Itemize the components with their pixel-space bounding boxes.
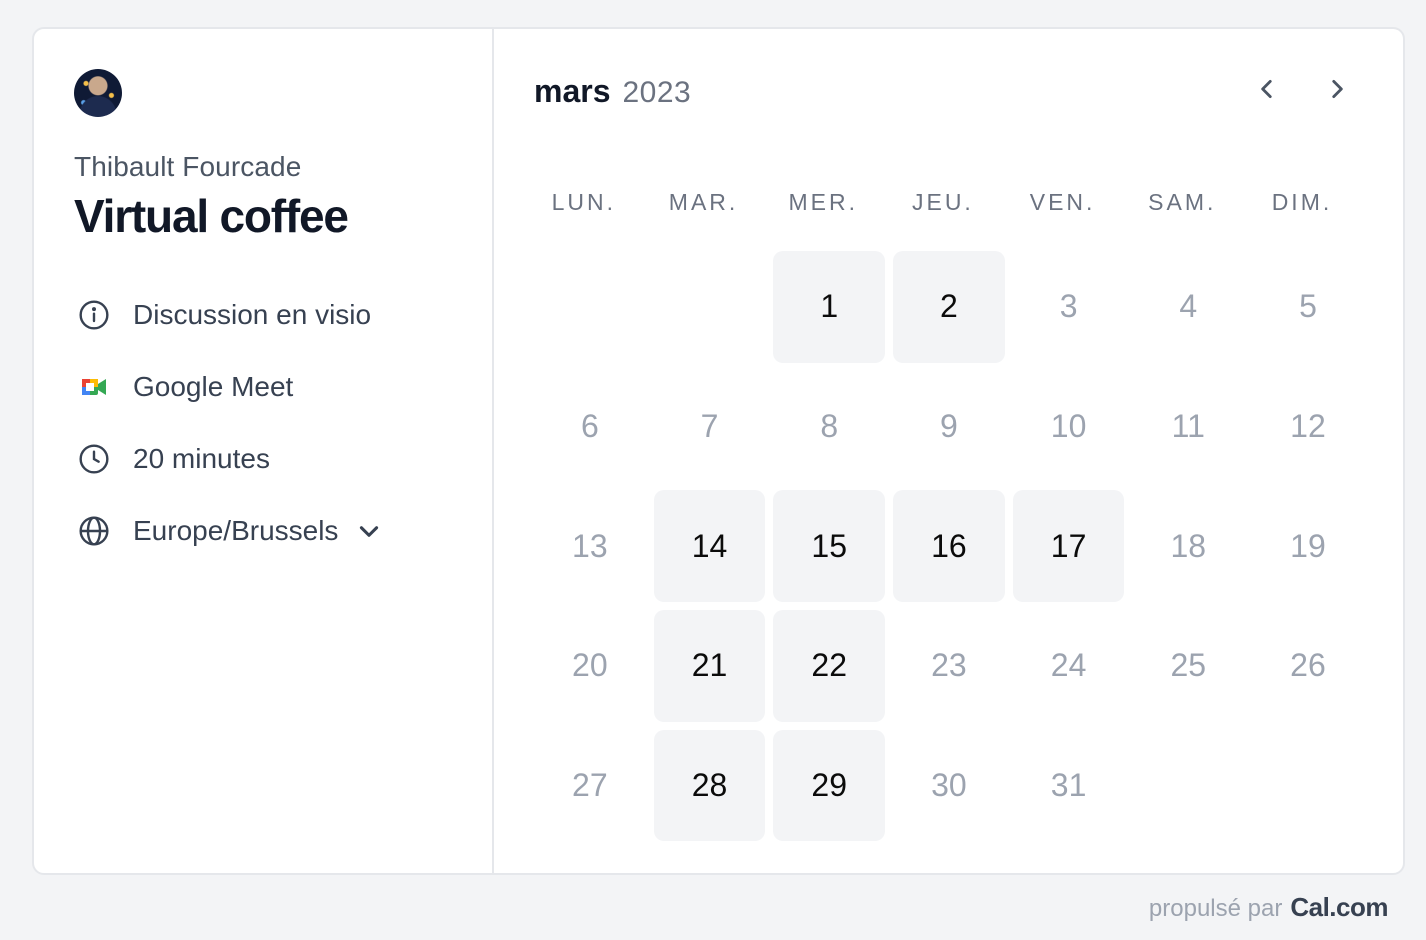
unavailable-day-6: 6 bbox=[580, 408, 599, 445]
unavailable-day-10: 10 bbox=[1050, 408, 1087, 445]
cal-com-logo[interactable]: Cal.com bbox=[1290, 892, 1388, 923]
chevron-left-icon bbox=[1261, 80, 1272, 98]
calendar-panel: mars 2023 LUN. MAR. MER. JEU. VEN. SAM. DIM. 1… bbox=[494, 29, 1403, 873]
chevron-down-icon[interactable] bbox=[356, 518, 382, 544]
timezone-selector[interactable]: Europe/Brussels bbox=[74, 495, 492, 567]
month-label: mars bbox=[534, 73, 611, 109]
available-day-14[interactable]: 14 bbox=[653, 490, 766, 603]
clock-icon bbox=[77, 442, 111, 476]
year-label: 2023 bbox=[622, 76, 692, 109]
weekday-label: LUN. bbox=[551, 189, 617, 215]
timezone-text[interactable]: Europe/Brussels bbox=[133, 515, 338, 547]
event-info-panel: Thibault Fourcade Virtual coffee Discuss… bbox=[34, 29, 494, 873]
unavailable-day-9: 9 bbox=[940, 408, 958, 445]
event-duration-text: 20 minutes bbox=[133, 443, 270, 474]
unavailable-day-24: 24 bbox=[1050, 647, 1087, 684]
unavailable-day-30: 30 bbox=[931, 767, 967, 804]
event-title: Virtual coffee bbox=[74, 190, 349, 242]
unavailable-day-19: 19 bbox=[1290, 527, 1326, 564]
previous-month-button[interactable] bbox=[1247, 69, 1287, 109]
event-location-text: Google Meet bbox=[133, 371, 294, 402]
unavailable-day-4: 4 bbox=[1179, 288, 1198, 325]
event-description-text: Discussion en visio bbox=[133, 299, 372, 330]
next-month-button[interactable] bbox=[1317, 69, 1357, 109]
month-header: mars 2023 bbox=[534, 73, 691, 110]
available-day-22[interactable]: 22 bbox=[773, 610, 886, 722]
available-day-28[interactable]: 28 bbox=[653, 729, 766, 842]
unavailable-day-25: 25 bbox=[1170, 647, 1207, 684]
available-day-16[interactable]: 16 bbox=[893, 490, 1005, 603]
unavailable-day-11: 11 bbox=[1171, 408, 1205, 445]
event-meta-list: Discussion en visio Google Meet 20 minut… bbox=[74, 279, 492, 567]
month-navigation bbox=[1247, 69, 1357, 109]
avatar bbox=[74, 69, 122, 117]
weekday-label: VEN. bbox=[1029, 189, 1096, 215]
owner-name: Thibault Fourcade bbox=[74, 151, 302, 182]
available-day-17[interactable]: 17 bbox=[1012, 490, 1125, 603]
chevron-right-icon bbox=[1332, 80, 1343, 98]
available-day-1[interactable]: 1 bbox=[773, 251, 886, 363]
event-location: Google Meet bbox=[74, 351, 492, 423]
weekday-label: SAM. bbox=[1148, 189, 1217, 215]
unavailable-day-3: 3 bbox=[1059, 288, 1078, 325]
unavailable-day-26: 26 bbox=[1290, 647, 1326, 684]
empty-day-cell bbox=[654, 251, 766, 363]
unavailable-day-23: 23 bbox=[931, 647, 967, 684]
unavailable-day-20: 20 bbox=[572, 647, 608, 684]
empty-day-cell bbox=[534, 251, 646, 363]
powered-by-text: propulsé par bbox=[1148, 895, 1283, 922]
weekday-label: MER. bbox=[788, 189, 858, 215]
unavailable-day-13: 13 bbox=[572, 527, 608, 564]
unavailable-day-18: 18 bbox=[1170, 527, 1207, 564]
available-day-21[interactable]: 21 bbox=[653, 610, 766, 722]
globe-icon bbox=[77, 514, 111, 548]
weekday-label: DIM. bbox=[1271, 189, 1333, 215]
weekday-label: JEU. bbox=[911, 189, 974, 215]
unavailable-day-12: 12 bbox=[1290, 408, 1326, 445]
calendar-grid: 1 2 3 4 5 6 7 8 9 10 11 12 13 14 15 16 17 18 19 20 21 22 23 24 2… bbox=[534, 251, 1364, 842]
info-icon bbox=[77, 298, 111, 332]
weekday-label: MAR. bbox=[668, 189, 739, 215]
powered-by-footer: propulsé par Cal.com bbox=[1148, 892, 1389, 923]
unavailable-day-7: 7 bbox=[700, 408, 719, 445]
weekday-header: LUN. MAR. MER. JEU. VEN. SAM. DIM. bbox=[534, 189, 1372, 216]
event-duration: 20 minutes bbox=[74, 423, 492, 495]
event-description: Discussion en visio bbox=[74, 279, 492, 351]
booking-card: Thibault Fourcade Virtual coffee Discuss… bbox=[32, 27, 1405, 875]
available-day-29[interactable]: 29 bbox=[773, 729, 886, 842]
available-day-2[interactable]: 2 bbox=[893, 251, 1005, 363]
unavailable-day-8: 8 bbox=[820, 408, 839, 445]
google-meet-icon bbox=[77, 370, 111, 404]
unavailable-day-31: 31 bbox=[1050, 767, 1087, 804]
available-day-15[interactable]: 15 bbox=[773, 490, 886, 603]
unavailable-day-5: 5 bbox=[1299, 288, 1317, 325]
unavailable-day-27: 27 bbox=[572, 767, 608, 804]
